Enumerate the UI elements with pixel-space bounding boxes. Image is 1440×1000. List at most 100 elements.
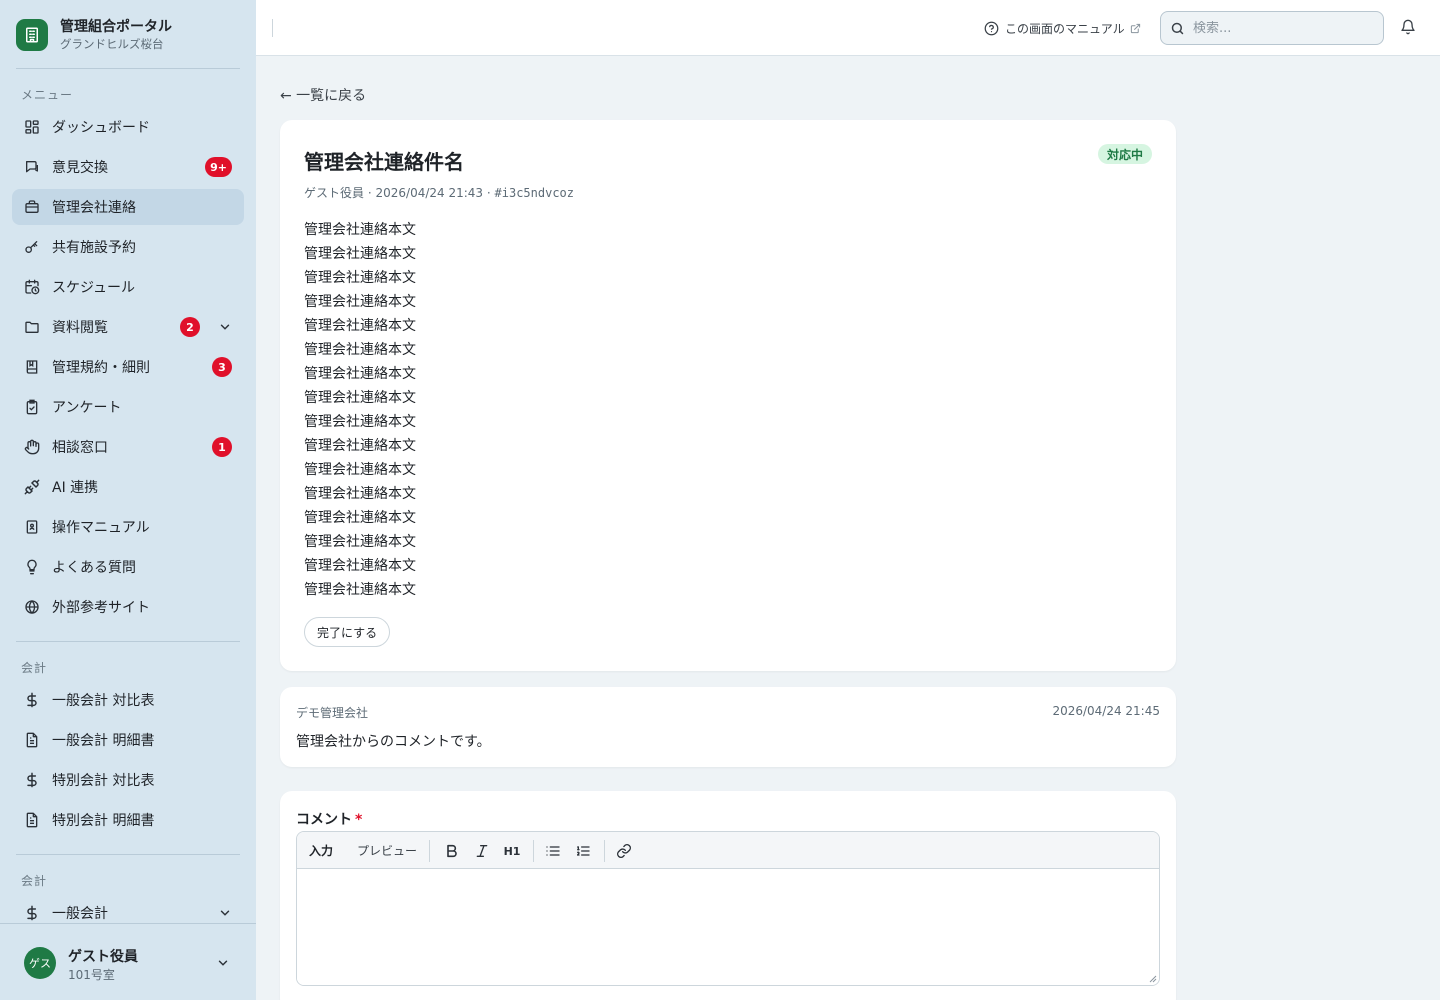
lightbulb-icon [24,559,40,575]
comment-author: デモ管理会社 [296,706,369,720]
avatar: ゲス [24,947,56,979]
numbered-list-button[interactable] [574,842,592,860]
toolbar-separator [533,840,534,862]
sidebar-item-management-company[interactable]: 管理会社連絡 [12,189,244,225]
sidebar-item-label: 管理規約・細則 [52,360,150,376]
brand-title: 管理組合ポータル [60,18,172,35]
help-circle-icon [984,21,999,35]
bullet-list-button[interactable] [544,842,562,860]
post-body-line: 管理会社連絡本文 [304,246,416,262]
search-box[interactable] [1160,11,1384,45]
markdown-editor: 入力 プレビュー H1 [296,831,1160,986]
document-icon [24,812,40,828]
sidebar: 管理組合ポータル グランドヒルズ桜台 メニュー ダッシュボード 意見交換 9+ … [0,0,256,1000]
bold-button[interactable] [443,842,461,860]
post-author: ゲスト役員 [304,186,365,200]
sidebar-item-label: アンケート [52,400,122,416]
sidebar-item-documents[interactable]: 資料閲覧 2 [12,309,244,345]
status-badge: 対応中 [1097,144,1152,164]
post-body-line: 管理会社連絡本文 [304,462,416,478]
sidebar-item-ai-integration[interactable]: AI 連携 [12,469,244,505]
brand[interactable]: 管理組合ポータル グランドヒルズ桜台 [16,17,240,53]
post-body-line: 管理会社連絡本文 [304,414,416,430]
sidebar-item-label: 一般会計 [52,906,108,922]
sidebar-item-dashboard[interactable]: ダッシュボード [12,109,244,145]
user-menu[interactable]: ゲス ゲスト役員 101号室 [0,923,256,1000]
hand-icon [24,439,40,455]
sidebar-item-survey[interactable]: アンケート [12,389,244,425]
back-to-list-link[interactable]: ← 一覧に戻る [280,85,366,105]
notification-badge: 1 [212,437,232,457]
bell-icon[interactable] [1400,19,1416,35]
sidebar-item-label: 外部参考サイト [52,600,150,616]
mark-complete-button[interactable]: 完了にする [304,617,391,647]
sidebar-item-label: 一般会計 対比表 [52,693,155,709]
post-body-line: 管理会社連絡本文 [304,510,416,526]
external-link-icon [1130,23,1140,33]
resize-grip-icon[interactable] [1149,975,1157,983]
search-input[interactable] [1193,20,1363,36]
chevron-down-icon[interactable] [218,320,232,334]
divider [16,68,240,69]
header-separator [272,19,273,37]
notification-badge: 2 [180,317,200,337]
post-body-line: 管理会社連絡本文 [304,270,416,286]
required-mark: * [355,812,363,828]
sidebar-item-faq[interactable]: よくある質問 [12,549,244,585]
sidebar-item-label: 操作マニュアル [52,520,150,536]
comment-text: 管理会社からのコメントです。 [296,734,491,750]
notification-badge: 3 [212,357,232,377]
sidebar-item-label: 特別会計 明細書 [52,813,155,829]
calendar-clock-icon [24,279,40,295]
accounting-section-label-2: 会計 [21,874,48,888]
comment-field-label: コメント * [296,809,362,829]
dollar-icon [24,905,40,921]
italic-button[interactable] [473,842,491,860]
sidebar-item-label: AI 連携 [52,480,99,496]
sidebar-item-label: ダッシュボード [52,120,150,136]
clipboard-check-icon [24,399,40,415]
comment-textarea[interactable] [297,869,1159,985]
sidebar-item-label: スケジュール [52,280,136,296]
document-icon [24,732,40,748]
sidebar-item-external-sites[interactable]: 外部参考サイト [12,589,244,625]
manual-link-label: この画面のマニュアル [1005,21,1125,36]
user-room: 101号室 [68,968,115,982]
post-title: 管理会社連絡件名 [304,150,464,174]
sidebar-item-label: 一般会計 明細書 [52,733,155,749]
sidebar-item-manual[interactable]: 操作マニュアル [12,509,244,545]
user-name: ゲスト役員 [68,949,138,965]
book-icon [24,359,40,375]
chevron-down-icon[interactable] [216,956,230,970]
sidebar-item-discussion[interactable]: 意見交換 9+ [12,149,244,185]
sidebar-item-general-statement[interactable]: 一般会計 明細書 [12,722,244,758]
post-body-line: 管理会社連絡本文 [304,390,416,406]
tab-input[interactable]: 入力 [309,842,333,859]
post-body-line: 管理会社連絡本文 [304,342,416,358]
sidebar-item-schedule[interactable]: スケジュール [12,269,244,305]
post-body-line: 管理会社連絡本文 [304,486,416,502]
sidebar-item-general-comparison[interactable]: 一般会計 対比表 [12,682,244,718]
chat-icon [24,159,40,175]
dollar-icon [24,692,40,708]
link-button[interactable] [615,842,633,860]
post-body: 管理会社連絡本文 管理会社連絡本文 管理会社連絡本文 管理会社連絡本文 管理会社… [304,218,416,602]
sidebar-item-bylaws[interactable]: 管理規約・細則 3 [12,349,244,385]
sidebar-item-facility-booking[interactable]: 共有施設予約 [12,229,244,265]
tab-preview[interactable]: プレビュー [357,842,417,859]
comment-label-text: コメント [296,812,352,828]
divider [16,854,240,855]
key-icon [24,239,40,255]
sidebar-item-consultation[interactable]: 相談窓口 1 [12,429,244,465]
sidebar-item-special-statement[interactable]: 特別会計 明細書 [12,802,244,838]
post-body-line: 管理会社連絡本文 [304,294,416,310]
screen-manual-link[interactable]: この画面のマニュアル [984,19,1141,37]
heading-button[interactable]: H1 [503,842,521,860]
comment-datetime: 2026/04/24 21:45 [1052,704,1160,718]
divider [16,641,240,642]
chevron-down-icon[interactable] [218,906,232,920]
dollar-icon [24,772,40,788]
dashboard-icon [24,119,40,135]
post-body-line: 管理会社連絡本文 [304,222,416,238]
sidebar-item-special-comparison[interactable]: 特別会計 対比表 [12,762,244,798]
